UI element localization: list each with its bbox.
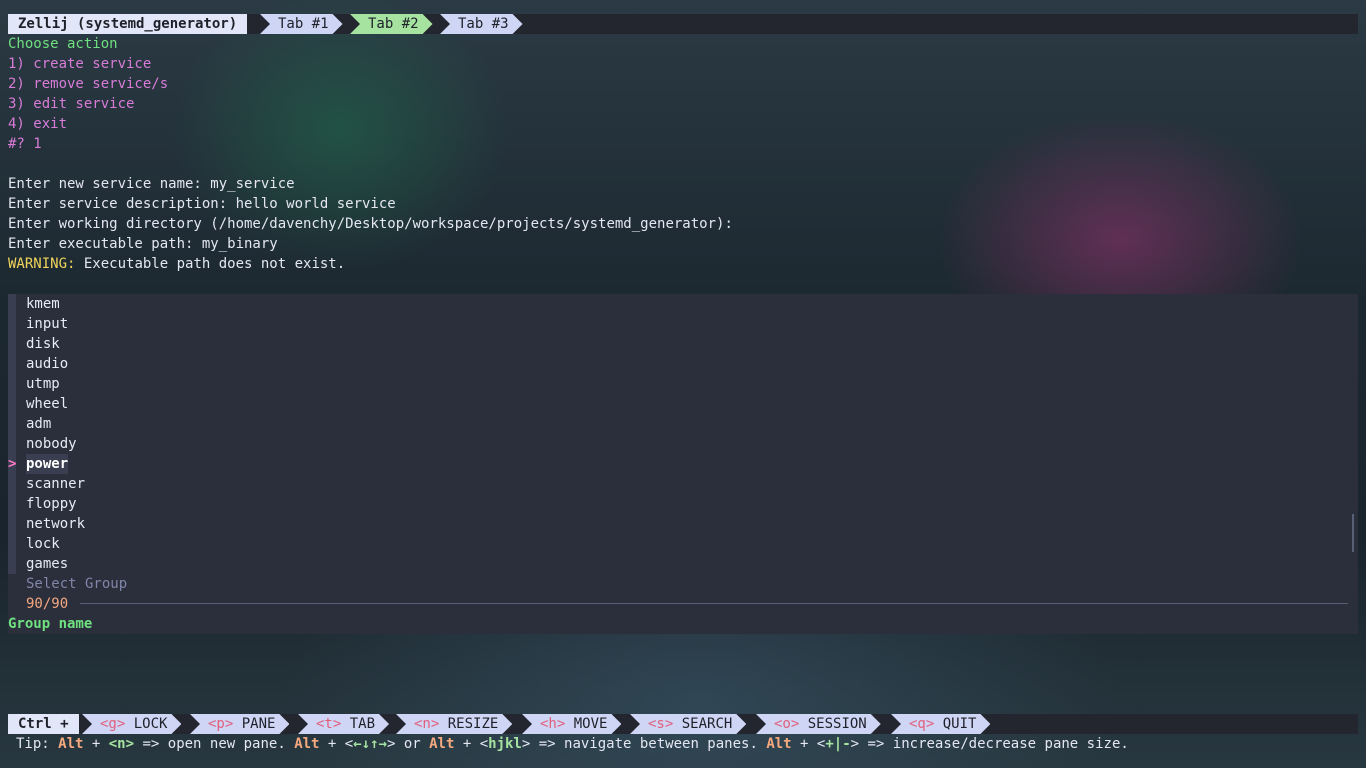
key-hint: <h>: [540, 716, 566, 732]
mode-resize[interactable]: <n> RESIZE: [396, 714, 512, 734]
list-item[interactable]: scanner: [26, 474, 85, 494]
mode-session[interactable]: <o> SESSION: [756, 714, 881, 734]
mode-pane[interactable]: <p> PANE: [190, 714, 289, 734]
count-divider: [80, 603, 1348, 604]
alt-key: Alt: [766, 736, 792, 752]
list-item[interactable]: utmp: [26, 374, 60, 394]
mode-label: TAB: [349, 716, 376, 732]
group-picker[interactable]: kmem input disk audio utmp wheel adm nob…: [8, 294, 1358, 634]
list-item[interactable]: network: [26, 514, 85, 534]
session-title: Zellij (systemd_generator): [8, 14, 248, 34]
warning-label: WARNING:: [8, 256, 76, 272]
tab-3[interactable]: Tab #3: [440, 14, 523, 34]
key-hint: <g>: [100, 716, 126, 732]
option-exit: 4) exit: [8, 116, 68, 132]
plus-sign: +: [454, 736, 480, 752]
tip-text-2: => navigate between panes.: [530, 736, 767, 752]
list-item[interactable]: input: [26, 314, 68, 334]
option-remove-service: 2) remove service/s: [8, 76, 169, 92]
mode-quit[interactable]: <q> QUIT: [891, 714, 990, 734]
list-item[interactable]: audio: [26, 354, 68, 374]
mode-label: QUIT: [942, 716, 977, 732]
mode-move[interactable]: <h> MOVE: [522, 714, 621, 734]
mode-label: PANE: [241, 716, 276, 732]
picker-gutter: [8, 294, 16, 574]
list-item[interactable]: adm: [26, 414, 51, 434]
bracket-open: <: [344, 736, 354, 752]
alt-key: Alt: [294, 736, 320, 752]
tab-2[interactable]: Tab #2: [350, 14, 433, 34]
service-description-line: Enter service description: hello world s…: [8, 196, 396, 212]
tip-prefix: Tip:: [16, 736, 59, 752]
match-count: 90/90: [26, 596, 69, 612]
arrow-keys-icon: ←↓↑→: [353, 736, 387, 752]
mode-label: LOCK: [133, 716, 168, 732]
tip-or: or: [395, 736, 430, 752]
picker-search-input[interactable]: Select Group: [26, 574, 127, 594]
list-item[interactable]: nobody: [26, 434, 77, 454]
alt-key: Alt: [429, 736, 455, 752]
key-hint: <s>: [648, 716, 674, 732]
key-hint: <q>: [909, 716, 935, 732]
tab-bar: Zellij (systemd_generator) Tab #1 Tab #2…: [8, 14, 1358, 34]
tip-text-3: => increase/decrease pane size.: [859, 736, 1129, 752]
choose-action-heading: Choose action: [8, 36, 118, 52]
working-directory-line: Enter working directory (/home/davenchy/…: [8, 216, 733, 232]
service-name-line: Enter new service name: my_service: [8, 176, 295, 192]
key-hint: <n>: [414, 716, 440, 732]
plus-sign: +: [319, 736, 345, 752]
mode-label: RESIZE: [447, 716, 499, 732]
list-item[interactable]: wheel: [26, 394, 68, 414]
tip-line: Tip: Alt + <n> => open new pane. Alt + <…: [16, 734, 1129, 754]
warning-text: Executable path does not exist.: [75, 256, 346, 272]
key-hint: <t>: [316, 716, 342, 732]
ctrl-modifier-label: Ctrl +: [8, 714, 79, 734]
mode-label: SESSION: [807, 716, 867, 732]
option-edit-service: 3) edit service: [8, 96, 135, 112]
hjkl-keys: hjkl: [488, 736, 522, 752]
list-item-selected[interactable]: power: [26, 454, 69, 474]
mode-lock[interactable]: <g> LOCK: [82, 714, 181, 734]
mode-label: SEARCH: [681, 716, 733, 732]
option-create-service: 1) create service: [8, 56, 152, 72]
picker-scrollbar[interactable]: [1352, 514, 1354, 552]
list-item[interactable]: kmem: [26, 294, 60, 314]
warning-line: WARNING: Executable path does not exist.: [8, 254, 345, 274]
mode-label: MOVE: [573, 716, 608, 732]
selection-pointer-icon: >: [8, 456, 17, 472]
plus-sign: +: [83, 736, 109, 752]
list-item[interactable]: games: [26, 554, 68, 574]
bracket-open: <: [479, 736, 489, 752]
executable-path-line: Enter executable path: my_binary: [8, 236, 278, 252]
list-item[interactable]: lock: [26, 534, 60, 554]
alt-key: Alt: [58, 736, 84, 752]
list-item[interactable]: floppy: [26, 494, 77, 514]
status-bar: Ctrl + <g> LOCK <p> PANE <t> TAB <n> RES…: [8, 714, 1358, 734]
tip-text-1: => open new pane.: [134, 736, 295, 752]
tab-1[interactable]: Tab #1: [260, 14, 343, 34]
key-hint: <p>: [208, 716, 234, 732]
resize-keys: +|-: [825, 736, 851, 752]
key-hint: <o>: [774, 716, 800, 732]
choice-prompt: #? 1: [8, 136, 42, 152]
plus-sign: +: [791, 736, 817, 752]
new-pane-key: <n>: [108, 736, 135, 752]
bracket-close: >: [850, 736, 860, 752]
picker-header: Group name: [8, 616, 93, 632]
mode-search[interactable]: <s> SEARCH: [630, 714, 746, 734]
list-item[interactable]: disk: [26, 334, 60, 354]
mode-tab[interactable]: <t> TAB: [298, 714, 389, 734]
